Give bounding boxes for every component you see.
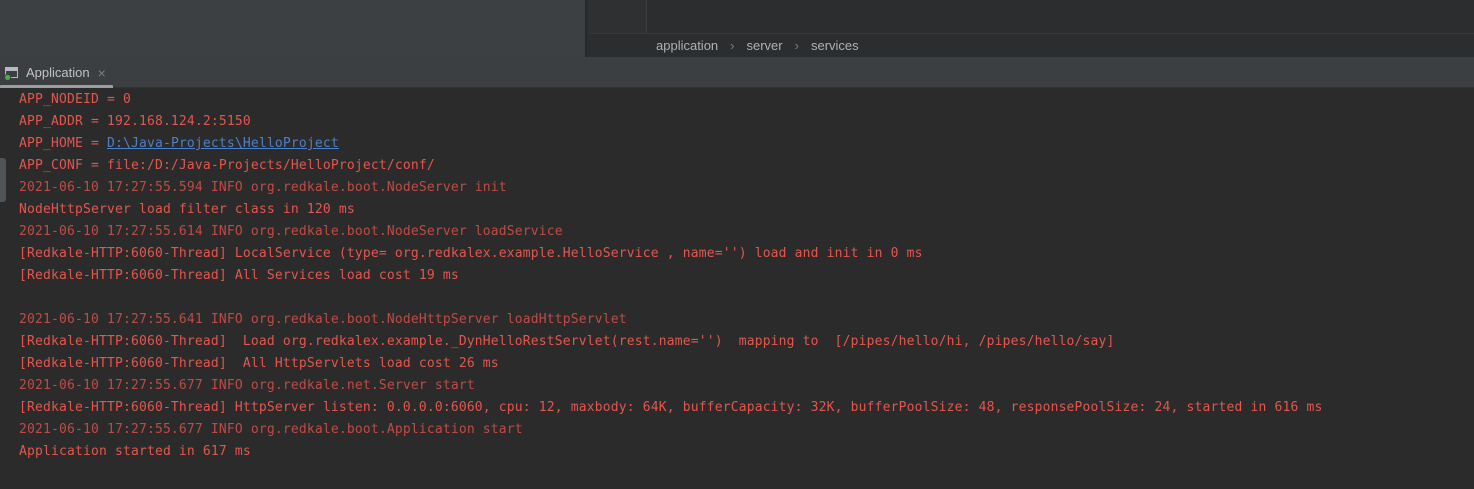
editor-area	[648, 0, 1474, 33]
console-line: 2021-06-10 17:27:55.677 INFO org.redkale…	[19, 419, 1474, 441]
console-line: APP_HOME = D:\Java-Projects\HelloProject	[19, 133, 1474, 155]
breadcrumb-item-application[interactable]: application	[656, 38, 718, 53]
console-text: APP_ADDR = 192.168.124.2:5150	[19, 114, 251, 129]
console-text: APP_NODEID = 0	[19, 92, 131, 107]
console-text: 2021-06-10 17:27:55.641 INFO org.redkale…	[19, 312, 627, 327]
console-icon	[4, 65, 20, 81]
tab-application[interactable]: Application ×	[0, 57, 116, 88]
breadcrumb-item-services[interactable]: services	[811, 38, 859, 53]
console-line: [Redkale-HTTP:6060-Thread] All Services …	[19, 265, 1474, 287]
breadcrumb-separator-icon: ›	[730, 38, 734, 53]
console-text: Application started in 617 ms	[19, 444, 251, 459]
file-path-link[interactable]: D:\Java-Projects\HelloProject	[107, 136, 339, 151]
console-lines: APP_NODEID = 0 APP_ADDR = 192.168.124.2:5…	[19, 89, 1474, 463]
console-output: APP_NODEID = 0 APP_ADDR = 192.168.124.2:5…	[0, 88, 1474, 489]
console-text: [Redkale-HTTP:6060-Thread] All Services …	[19, 268, 459, 283]
console-line: [Redkale-HTTP:6060-Thread] Load org.redk…	[19, 331, 1474, 353]
console-text: 2021-06-10 17:27:55.677 INFO org.redkale…	[19, 378, 475, 393]
console-text: NodeHttpServer load filter class in 120 …	[19, 202, 355, 217]
console-text: 2021-06-10 17:27:55.677 INFO org.redkale…	[19, 422, 523, 437]
ide-window: application › server › services Application …	[0, 0, 1474, 489]
console-line	[19, 287, 1474, 309]
breadcrumb-items: application › server › services	[656, 38, 859, 53]
editor-gutter	[589, 0, 647, 33]
console-text: [Redkale-HTTP:6060-Thread] LocalService …	[19, 246, 923, 261]
console-line: 2021-06-10 17:27:55.594 INFO org.redkale…	[19, 177, 1474, 199]
console-line: APP_CONF = file:/D:/Java-Projects/HelloP…	[19, 155, 1474, 177]
console-text: APP_HOME =	[19, 136, 107, 151]
console-line: NodeHttpServer load filter class in 120 …	[19, 199, 1474, 221]
close-icon[interactable]: ×	[98, 66, 106, 80]
breadcrumb-item-server[interactable]: server	[747, 38, 783, 53]
console-line: [Redkale-HTTP:6060-Thread] LocalService …	[19, 243, 1474, 265]
console-line: [Redkale-HTTP:6060-Thread] All HttpServl…	[19, 353, 1474, 375]
console-line: 2021-06-10 17:27:55.677 INFO org.redkale…	[19, 375, 1474, 397]
console-text: [Redkale-HTTP:6060-Thread] Load org.redk…	[19, 334, 1115, 349]
breadcrumb: application › server › services	[589, 33, 1474, 57]
console-text: APP_CONF = file:/D:/Java-Projects/HelloP…	[19, 158, 435, 173]
tab-label: Application	[26, 65, 90, 80]
console-line: APP_NODEID = 0	[19, 89, 1474, 111]
console-text: 2021-06-10 17:27:55.614 INFO org.redkale…	[19, 224, 563, 239]
console-line: Application started in 617 ms	[19, 441, 1474, 463]
console-text: [Redkale-HTTP:6060-Thread] All HttpServl…	[19, 356, 499, 371]
console-line: 2021-06-10 17:27:55.614 INFO org.redkale…	[19, 221, 1474, 243]
console-line: 2021-06-10 17:27:55.641 INFO org.redkale…	[19, 309, 1474, 331]
console-text: [Redkale-HTTP:6060-Thread] HttpServer li…	[19, 400, 1322, 415]
breadcrumb-separator-icon: ›	[795, 38, 799, 53]
console-line: APP_ADDR = 192.168.124.2:5150	[19, 111, 1474, 133]
run-tool-window-tab-bar: Application ×	[0, 57, 1474, 88]
console-text: 2021-06-10 17:27:55.594 INFO org.redkale…	[19, 180, 507, 195]
left-tool-window-edge	[0, 0, 587, 57]
console-line: [Redkale-HTTP:6060-Thread] HttpServer li…	[19, 397, 1474, 419]
top-strip: application › server › services	[0, 0, 1474, 57]
scrollbar-thumb[interactable]	[0, 158, 6, 202]
